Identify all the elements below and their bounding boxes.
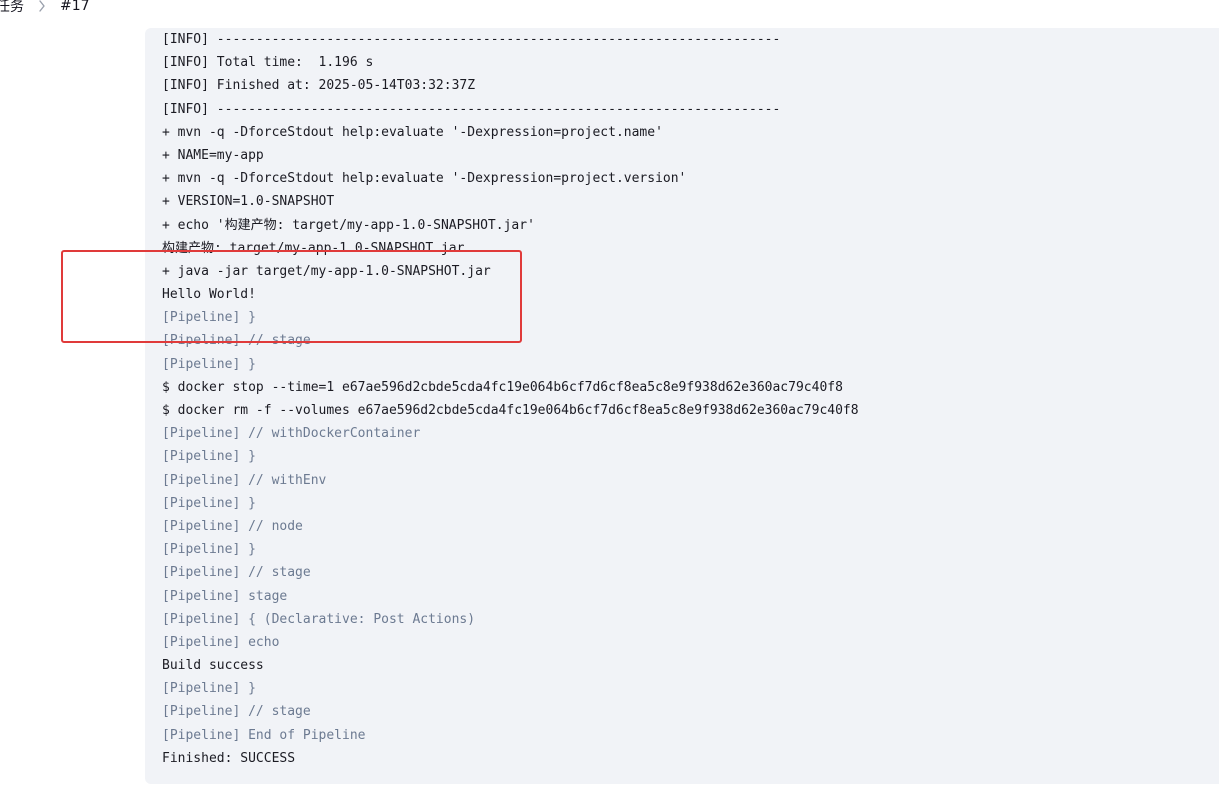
console-line: [INFO] ---------------------------------… [162, 32, 781, 47]
console-output: [INFO] ---------------------------------… [145, 28, 1219, 784]
console-line: [Pipeline] } [162, 356, 256, 372]
console-line: [INFO] Total time: 1.196 s [162, 55, 374, 71]
console-line: + echo '构建产物: target/my-app-1.0-SNAPSHOT… [162, 217, 535, 233]
console-line: [Pipeline] // stage [162, 333, 311, 349]
console-line: Finished: SUCCESS [162, 750, 296, 766]
console-line: [Pipeline] } [162, 681, 256, 697]
console-line: 构建产物: target/my-app-1.0-SNAPSHOT.jar [162, 240, 465, 256]
console-line: [Pipeline] } [162, 542, 256, 558]
console-line: Build success [162, 658, 264, 674]
breadcrumb-item-build[interactable]: #17 [60, 0, 90, 14]
console-line: [Pipeline] } [162, 310, 256, 326]
console-line: [Pipeline] // stage [162, 565, 311, 581]
console-line: + mvn -q -DforceStdout help:evaluate '-D… [162, 171, 687, 187]
console-line: [Pipeline] } [162, 449, 256, 465]
breadcrumb-item-task[interactable]: 任务 [0, 0, 24, 16]
console-line: + mvn -q -DforceStdout help:evaluate '-D… [162, 124, 663, 140]
console-line: [INFO] ---------------------------------… [162, 101, 781, 117]
chevron-right-icon [38, 0, 46, 12]
console-line: [Pipeline] // node [162, 518, 303, 534]
console-line: [Pipeline] // withEnv [162, 472, 327, 488]
console-line: [Pipeline] // stage [162, 704, 311, 720]
console-line: + java -jar target/my-app-1.0-SNAPSHOT.j… [162, 263, 491, 279]
console-line: $ docker rm -f --volumes e67ae596d2cbde5… [162, 403, 859, 418]
console-line: [INFO] Finished at: 2025-05-14T03:32:37Z [162, 78, 476, 94]
console-line: [Pipeline] End of Pipeline [162, 727, 366, 743]
console-line: [Pipeline] // withDockerContainer [162, 426, 421, 442]
console-line: $ docker stop --time=1 e67ae596d2cbde5cd… [162, 379, 843, 395]
console-line: [Pipeline] } [162, 495, 256, 511]
console-line: [Pipeline] stage [162, 588, 288, 604]
console-line: + NAME=my-app [162, 147, 264, 163]
console-line: Hello World! [162, 287, 256, 303]
console-line: + VERSION=1.0-SNAPSHOT [162, 194, 335, 210]
console-lines: [INFO] ---------------------------------… [162, 28, 859, 770]
breadcrumb: 任务 #17 [0, 0, 90, 20]
console-line: [Pipeline] echo [162, 634, 280, 650]
console-line: [Pipeline] { (Declarative: Post Actions) [162, 611, 476, 627]
